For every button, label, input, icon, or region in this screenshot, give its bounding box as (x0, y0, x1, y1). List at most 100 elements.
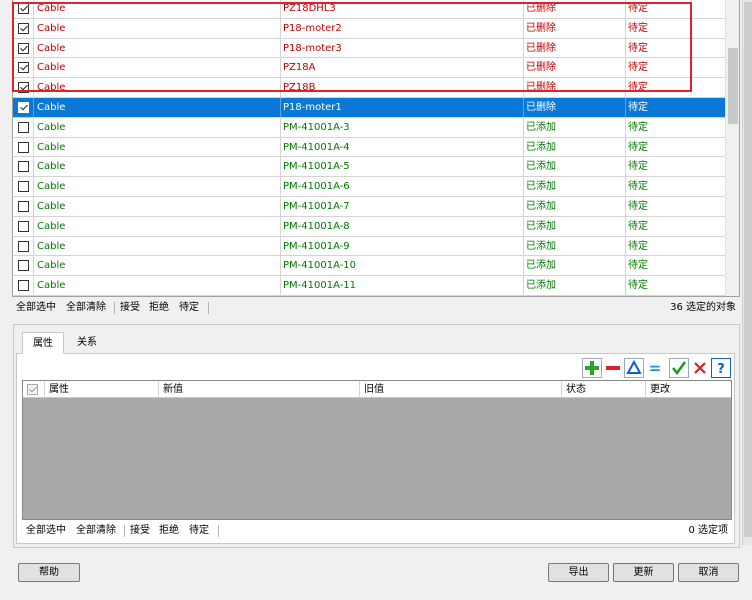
row-checkbox[interactable] (18, 82, 29, 94)
table-row[interactable]: Cable PM-41001A-8 已添加 待定 (13, 216, 725, 237)
clear-all-button[interactable]: 全部清除 (66, 298, 106, 318)
row-state: 已删除 (524, 78, 626, 97)
row-checkbox[interactable] (18, 200, 29, 212)
reject-icon[interactable] (690, 358, 710, 378)
cancel-button[interactable]: 取消 (678, 563, 739, 582)
row-checkbox-cell[interactable] (13, 256, 34, 276)
tab-relations[interactable]: 关系 (66, 332, 108, 354)
row-action: 待定 (628, 200, 648, 212)
row-checkbox-cell[interactable] (13, 18, 34, 38)
table-row[interactable]: Cable PZ18A 已删除 待定 (13, 58, 725, 79)
tab-properties[interactable]: 属性 (22, 332, 64, 354)
row-checkbox-cell[interactable] (13, 177, 34, 196)
row-checkbox-cell[interactable] (13, 236, 34, 256)
svg-text:=: = (649, 359, 662, 377)
table-row[interactable]: Cable PM-41001A-7 已添加 待定 (13, 196, 725, 217)
column-header-change[interactable]: 更改 (646, 381, 732, 398)
row-name: PM-41001A-10 (281, 256, 524, 276)
row-checkbox[interactable] (18, 220, 29, 232)
table-row[interactable]: Cable P18-moter3 已删除 待定 (13, 38, 725, 59)
row-checkbox-cell[interactable] (13, 58, 34, 78)
column-header-property[interactable]: 属性 (45, 381, 159, 398)
row-checkbox[interactable] (18, 22, 29, 34)
row-checkbox[interactable] (18, 280, 29, 292)
row-checkbox-cell[interactable] (13, 137, 34, 157)
column-header-old-value[interactable]: 旧值 (360, 381, 562, 398)
row-action: 待定 (628, 240, 648, 252)
row-type: Cable (34, 276, 281, 295)
pending-button[interactable]: 待定 (179, 298, 199, 318)
row-checkbox[interactable] (18, 260, 29, 272)
row-action: 待定 (628, 260, 648, 272)
add-icon[interactable] (582, 358, 602, 378)
pending-button[interactable]: 待定 (189, 521, 209, 541)
row-name: PM-41001A-6 (281, 177, 524, 196)
row-checkbox[interactable] (18, 141, 29, 153)
table-row[interactable]: Cable PM-41001A-11 已添加 待定 (13, 276, 725, 296)
row-state: 已添加 (524, 117, 626, 137)
modify-icon[interactable] (624, 358, 644, 378)
changes-table-scrollbar[interactable] (725, 0, 739, 296)
row-state: 已添加 (524, 236, 626, 256)
row-checkbox[interactable] (18, 62, 29, 74)
row-name: P18-moter2 (281, 18, 524, 38)
table-row[interactable]: Cable PM-41001A-5 已添加 待定 (13, 157, 725, 178)
reject-button[interactable]: 拒绝 (149, 298, 169, 318)
table-row[interactable]: Cable PM-41001A-6 已添加 待定 (13, 177, 725, 197)
table-row[interactable]: Cable P18-moter2 已删除 待定 (13, 18, 725, 39)
selected-count: 36 选定的对象 (670, 302, 736, 313)
remove-icon[interactable] (603, 358, 623, 378)
accept-button[interactable]: 接受 (130, 521, 150, 541)
row-checkbox-cell[interactable] (13, 117, 34, 137)
row-checkbox[interactable] (18, 42, 29, 54)
row-checkbox[interactable] (18, 121, 29, 133)
table-row[interactable]: Cable PZ18B 已删除 待定 (13, 78, 725, 98)
row-checkbox-cell[interactable] (13, 276, 34, 295)
row-action: 待定 (628, 42, 648, 54)
dialog-scroll-thumb[interactable] (744, 2, 752, 537)
accept-icon[interactable] (669, 358, 689, 378)
row-state: 已添加 (524, 137, 626, 157)
clear-all-button[interactable]: 全部清除 (76, 521, 116, 541)
header-checkbox[interactable] (23, 381, 45, 398)
changes-table-scroll-thumb[interactable] (728, 48, 738, 124)
table-row[interactable]: Cable PM-41001A-4 已添加 待定 (13, 137, 725, 158)
row-type: Cable (34, 117, 281, 137)
row-checkbox-cell[interactable] (13, 216, 34, 236)
row-action: 待定 (628, 101, 648, 113)
row-action: 待定 (628, 161, 648, 173)
help-button[interactable]: 帮助 (18, 563, 80, 582)
row-state: 已添加 (524, 157, 626, 177)
row-checkbox[interactable] (18, 161, 29, 173)
table-row[interactable]: Cable PM-41001A-9 已添加 待定 (13, 236, 725, 257)
row-checkbox-cell[interactable] (13, 157, 34, 177)
reject-button[interactable]: 拒绝 (159, 521, 179, 541)
row-checkbox[interactable] (18, 101, 29, 113)
table-row[interactable]: Cable PM-41001A-10 已添加 待定 (13, 256, 725, 277)
row-checkbox[interactable] (18, 3, 29, 14)
export-button[interactable]: 导出 (548, 563, 609, 582)
accept-button[interactable]: 接受 (120, 298, 140, 318)
row-state: 已删除 (524, 38, 626, 58)
column-header-new-value[interactable]: 新值 (159, 381, 360, 398)
select-all-button[interactable]: 全部选中 (16, 298, 56, 318)
row-checkbox-cell[interactable] (13, 97, 34, 117)
row-action: 待定 (628, 220, 648, 232)
row-checkbox[interactable] (18, 240, 29, 252)
help-icon[interactable]: ? (711, 358, 731, 378)
row-name: P18-moter3 (281, 38, 524, 58)
row-checkbox-cell[interactable] (13, 0, 34, 18)
row-checkbox-cell[interactable] (13, 78, 34, 97)
table-row[interactable]: Cable P18-moter1 已删除 待定 (13, 97, 725, 118)
select-all-button[interactable]: 全部选中 (26, 521, 66, 541)
row-action: 待定 (628, 3, 648, 14)
row-checkbox-cell[interactable] (13, 38, 34, 58)
row-checkbox-cell[interactable] (13, 196, 34, 216)
equal-icon[interactable]: = (645, 358, 665, 378)
update-button[interactable]: 更新 (613, 563, 674, 582)
table-row[interactable]: Cable PM-41001A-3 已添加 待定 (13, 117, 725, 138)
row-checkbox[interactable] (18, 181, 29, 193)
column-header-state[interactable]: 状态 (562, 381, 646, 398)
dialog-scrollbar[interactable] (742, 0, 752, 545)
table-row[interactable]: Cable PZ18DHL3 已删除 待定 (13, 0, 725, 19)
